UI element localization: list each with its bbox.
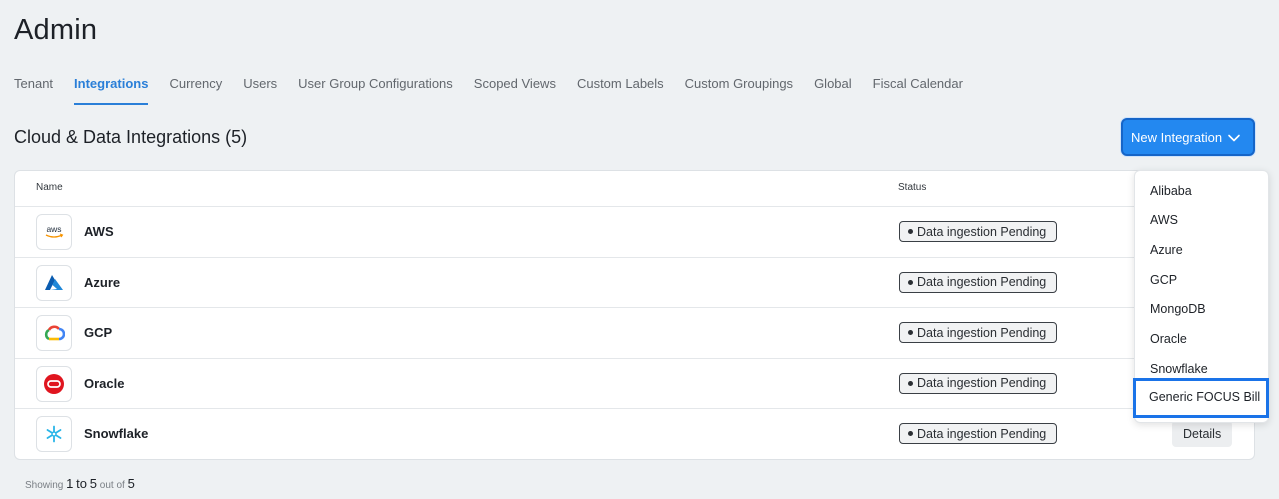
tab-integrations[interactable]: Integrations bbox=[74, 74, 149, 105]
status-badge: Data ingestion Pending bbox=[899, 322, 1058, 343]
section-title: Cloud & Data Integrations (5) bbox=[14, 127, 248, 147]
tab-custom-groupings[interactable]: Custom Groupings bbox=[685, 74, 793, 105]
menu-item-generic-focus-bill[interactable]: Generic FOCUS Bill bbox=[1133, 378, 1269, 418]
integration-name: AWS bbox=[84, 224, 114, 239]
gcp-logo-icon bbox=[36, 315, 72, 351]
column-header-status: Status bbox=[898, 182, 927, 193]
menu-item-alibaba[interactable]: Alibaba bbox=[1150, 184, 1192, 198]
chevron-down-icon bbox=[1228, 134, 1240, 142]
menu-item-label: Generic FOCUS Bill bbox=[1149, 390, 1261, 404]
snowflake-logo-icon bbox=[36, 416, 72, 452]
integration-name: Snowflake bbox=[84, 426, 149, 441]
menu-item-aws[interactable]: AWS bbox=[1150, 213, 1178, 227]
page-title: Admin bbox=[14, 14, 98, 46]
menu-item-snowflake[interactable]: Snowflake bbox=[1150, 362, 1208, 376]
tab-fiscal-calendar[interactable]: Fiscal Calendar bbox=[873, 74, 963, 105]
admin-tabs: Tenant Integrations Currency Users User … bbox=[14, 74, 984, 106]
integration-name: Azure bbox=[84, 274, 121, 290]
new-integration-button[interactable]: New Integration bbox=[1121, 118, 1255, 156]
status-badge: Data ingestion Pending bbox=[899, 221, 1058, 242]
integrations-table: Name Status aws AWS Data ingestion Pendi… bbox=[14, 170, 1255, 460]
tab-global[interactable]: Global bbox=[814, 74, 852, 105]
menu-item-azure[interactable]: Azure bbox=[1150, 243, 1183, 257]
tab-users[interactable]: Users bbox=[243, 74, 277, 105]
azure-logo-icon bbox=[36, 264, 72, 301]
status-badge: Data ingestion Pending bbox=[899, 271, 1058, 293]
tab-user-group-configurations[interactable]: User Group Configurations bbox=[298, 74, 453, 105]
pagination-summary: Showing 1 to 5 out of 5 bbox=[25, 476, 135, 491]
tab-currency[interactable]: Currency bbox=[169, 74, 222, 105]
aws-logo-icon: aws bbox=[36, 214, 72, 250]
menu-item-oracle[interactable]: Oracle bbox=[1150, 332, 1187, 346]
table-row[interactable]: aws AWS Data ingestion Pending bbox=[15, 207, 1254, 258]
integration-name: GCP bbox=[84, 325, 113, 340]
status-badge: Data ingestion Pending bbox=[899, 372, 1058, 394]
table-row[interactable]: GCP Data ingestion Pending bbox=[15, 308, 1254, 359]
integration-name: Oracle bbox=[84, 375, 125, 391]
details-button[interactable]: Details bbox=[1172, 421, 1233, 447]
tab-tenant[interactable]: Tenant bbox=[14, 74, 53, 105]
table-row[interactable]: Azure Data ingestion Pending bbox=[15, 258, 1254, 308]
menu-item-mongodb[interactable]: MongoDB bbox=[1150, 302, 1206, 316]
tab-custom-labels[interactable]: Custom Labels bbox=[577, 74, 664, 105]
oracle-logo-icon bbox=[36, 365, 72, 402]
tab-scoped-views[interactable]: Scoped Views bbox=[474, 74, 556, 105]
status-badge: Data ingestion Pending bbox=[899, 423, 1058, 444]
new-integration-label: New Integration bbox=[1131, 129, 1223, 145]
table-header: Name Status bbox=[15, 171, 1254, 207]
menu-item-gcp[interactable]: GCP bbox=[1150, 273, 1177, 287]
column-header-name: Name bbox=[36, 182, 63, 193]
table-row[interactable]: Snowflake Data ingestion Pending Details bbox=[15, 409, 1254, 460]
table-row[interactable]: Oracle Data ingestion Pending bbox=[15, 359, 1254, 409]
svg-text:aws: aws bbox=[46, 224, 61, 234]
